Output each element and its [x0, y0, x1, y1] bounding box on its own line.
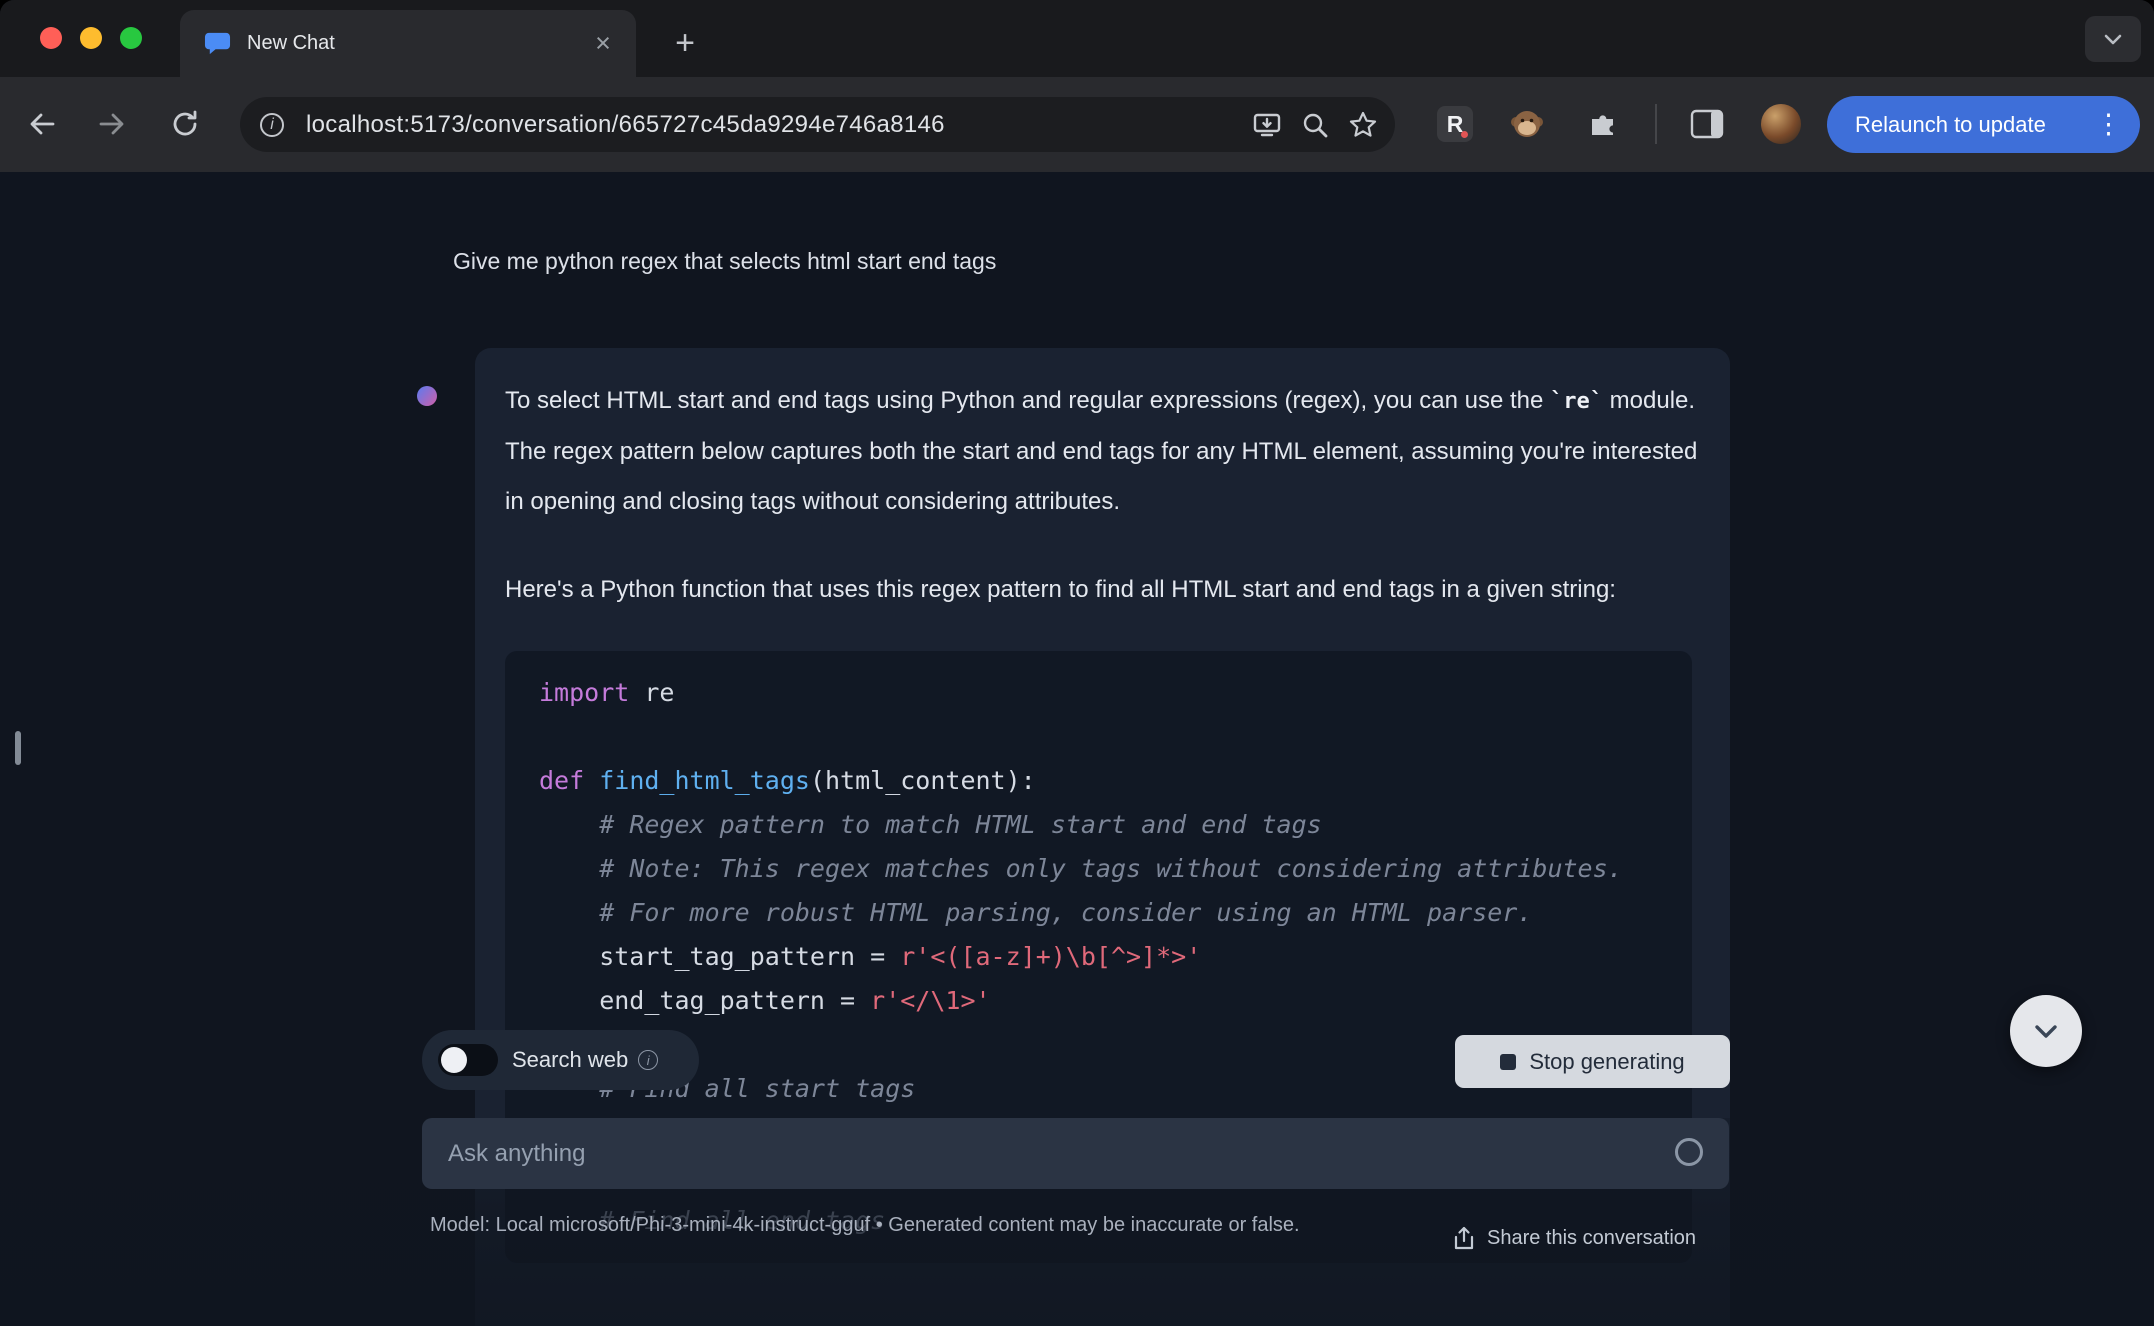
reload-icon: [173, 110, 197, 136]
tab-title: New Chat: [247, 32, 335, 54]
zoom-button[interactable]: [1291, 101, 1339, 149]
install-app-button[interactable]: [1243, 101, 1291, 149]
search-web-info-icon[interactable]: i: [638, 1050, 659, 1070]
site-info-icon[interactable]: i: [260, 112, 284, 137]
extension-r-button[interactable]: R: [1437, 106, 1473, 142]
new-tab-button[interactable]: +: [662, 20, 708, 66]
model-disclaimer: Model: Local microsoft/Phi-3-mini-4k-ins…: [430, 1214, 1300, 1236]
scroll-to-bottom-button[interactable]: [2010, 995, 2082, 1067]
side-panel-icon: [1690, 109, 1724, 139]
tab-close-icon[interactable]: ×: [586, 27, 620, 61]
magnifier-icon: [1303, 113, 1328, 137]
extension-monkey-button[interactable]: [1509, 106, 1545, 142]
window-close-button[interactable]: [40, 27, 62, 49]
star-icon: [1349, 111, 1377, 137]
loading-spinner-icon: [1675, 1138, 1703, 1166]
back-button[interactable]: [20, 102, 64, 146]
extensions-menu-button[interactable]: [1584, 106, 1620, 142]
search-web-label: Search web: [512, 1047, 629, 1072]
chat-page: Give me python regex that selects html s…: [0, 172, 2154, 1326]
share-conversation-label: Share this conversation: [1487, 1226, 1697, 1249]
browser-window: New Chat × + i localhost:5173/conversati…: [0, 0, 2154, 1326]
stop-generating-label: Stop generating: [1529, 1048, 1685, 1074]
address-bar[interactable]: i localhost:5173/conversation/665727c45d…: [240, 97, 1395, 152]
inline-code-re: `re`: [1550, 389, 1603, 414]
window-minimize-button[interactable]: [80, 27, 102, 49]
left-scrollbar-nub[interactable]: [15, 731, 21, 765]
tab-favicon-chat-icon: [204, 32, 231, 55]
browser-tab[interactable]: New Chat ×: [180, 10, 636, 77]
reload-button[interactable]: [163, 102, 207, 146]
code-line: # Note: This regex matches only tags wit…: [599, 854, 1623, 883]
chevron-down-icon: [2035, 1025, 2057, 1038]
window-zoom-button[interactable]: [120, 27, 142, 49]
tab-list-chevron-button[interactable]: [2085, 16, 2141, 62]
code-line: # Regex pattern to match HTML start and …: [599, 810, 1322, 839]
forward-arrow-icon: [99, 113, 124, 135]
url-text[interactable]: localhost:5173/conversation/665727c45da9…: [306, 111, 1243, 139]
extension-r-badge: [1461, 131, 1468, 138]
browser-toolbar: i localhost:5173/conversation/665727c45d…: [0, 77, 2154, 172]
assistant-avatar: [417, 386, 437, 406]
paragraph-text: To select HTML start and end tags using …: [505, 387, 1551, 414]
code-line: end_tag_pattern = r'</\1>': [539, 986, 991, 1015]
search-web-toggle-group: Search web i: [422, 1030, 699, 1090]
browser-menu-kebab-icon[interactable]: ⋮: [2089, 96, 2128, 153]
stop-generating-button[interactable]: Stop generating: [1455, 1035, 1730, 1088]
chat-input[interactable]: [422, 1118, 1729, 1189]
stop-square-icon: [1500, 1053, 1517, 1070]
code-line: import re: [539, 678, 675, 707]
assistant-paragraph-2: Here's a Python function that uses this …: [505, 576, 1616, 603]
search-web-toggle[interactable]: [438, 1044, 498, 1076]
forward-button[interactable]: [90, 102, 134, 146]
toolbar-divider: [1655, 104, 1657, 144]
monkey-icon: [1511, 111, 1543, 137]
chevron-down-icon: [2104, 34, 2122, 45]
toggle-knob: [441, 1047, 467, 1073]
back-arrow-icon: [30, 113, 55, 135]
puzzle-icon: [1592, 115, 1613, 135]
install-icon: [1253, 113, 1281, 136]
user-message: Give me python regex that selects html s…: [453, 248, 997, 274]
share-icon: [1454, 1226, 1474, 1250]
profile-avatar[interactable]: [1761, 104, 1801, 144]
assistant-paragraph-1: To select HTML start and end tags using …: [505, 376, 1702, 527]
share-conversation-button[interactable]: Share this conversation: [1452, 1224, 1696, 1252]
relaunch-button[interactable]: Relaunch to update ⋮: [1827, 96, 2140, 153]
code-line: start_tag_pattern = r'<([a-z]+)\b[^>]*>': [539, 942, 1202, 971]
code-line: # For more robust HTML parsing, consider…: [599, 898, 1533, 927]
bookmark-button[interactable]: [1339, 101, 1387, 149]
code-line: def find_html_tags(html_content):: [539, 766, 1036, 795]
relaunch-label: Relaunch to update: [1855, 111, 2046, 137]
tab-strip: New Chat × +: [0, 0, 2154, 77]
side-panel-button[interactable]: [1689, 106, 1725, 142]
